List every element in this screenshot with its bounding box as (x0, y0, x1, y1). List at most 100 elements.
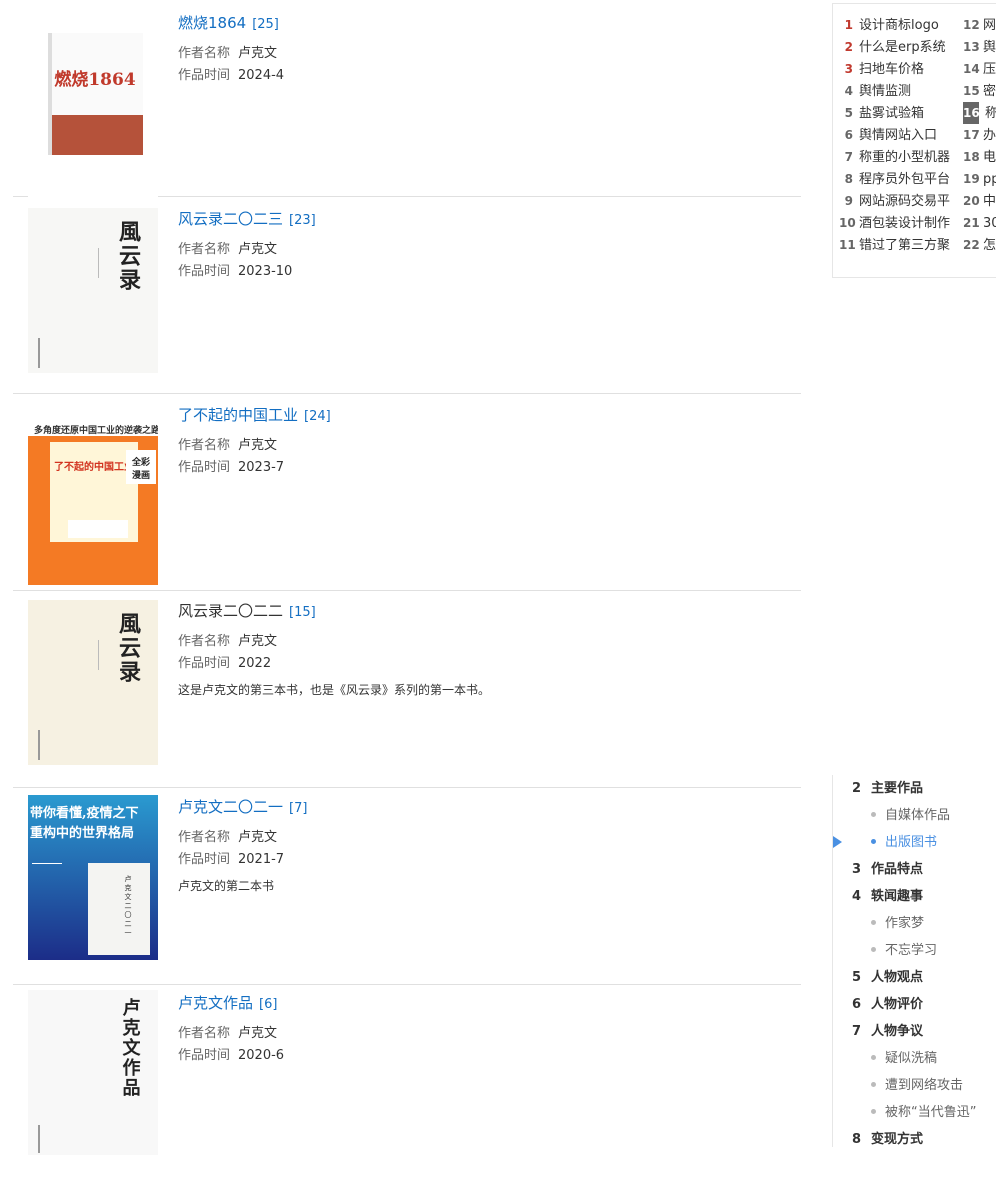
book-cover[interactable]: 卢克文作品 (28, 990, 158, 1155)
book-citation-count[interactable]: [15] (289, 605, 316, 620)
hot-search-item[interactable]: 10 酒包装设计制作 (839, 212, 950, 234)
book-title-link[interactable]: 燃烧1864 (178, 14, 246, 32)
catalog-item[interactable]: 4 轶闻趣事 (847, 883, 923, 910)
catalog-label[interactable]: 变现方式 (871, 1132, 923, 1147)
catalog-label[interactable]: 遭到网络攻击 (885, 1078, 963, 1093)
hot-keyword[interactable]: 错过了第三方聚 (859, 238, 950, 253)
catalog-label[interactable]: 人物争议 (871, 1024, 923, 1039)
catalog-subitem[interactable]: 自媒体作品 (833, 802, 950, 829)
hot-search-item[interactable]: 15 密 (963, 80, 996, 102)
catalog-label[interactable]: 被称“当代鲁迅” (885, 1105, 976, 1120)
hot-keyword[interactable]: 称 (985, 106, 996, 121)
book-citation-count[interactable]: [23] (289, 213, 316, 228)
hot-search-item[interactable]: 7 称重的小型机器 (839, 146, 950, 168)
book-cover[interactable]: 燃烧1864 (28, 33, 158, 198)
catalog-subitem[interactable]: 出版图书 (833, 829, 937, 856)
catalog-subitem[interactable]: 作家梦 (833, 910, 924, 937)
hot-keyword[interactable]: 网 (983, 18, 996, 33)
catalog-item[interactable]: 6 人物评价 (847, 991, 923, 1018)
book-citation-count[interactable]: [6] (259, 997, 277, 1012)
book-cover[interactable]: 带你看懂,疫情之下 重构中的世界格局 卢克文二〇二一 (28, 795, 158, 960)
hot-keyword[interactable]: 舆 (983, 40, 996, 55)
catalog-label[interactable]: 主要作品 (871, 781, 923, 796)
hot-keyword[interactable]: 盐雾试验箱 (859, 106, 924, 121)
catalog-item[interactable]: 7 人物争议 (847, 1018, 923, 1045)
catalog-label[interactable]: 作品特点 (871, 862, 923, 877)
hot-keyword[interactable]: 电 (983, 150, 996, 165)
catalog-item[interactable]: 8 变现方式 (847, 1126, 923, 1153)
hot-search-item[interactable]: 17 办 (963, 124, 996, 146)
catalog-label[interactable]: 作家梦 (885, 916, 924, 931)
hot-search-item[interactable]: 18 电 (963, 146, 996, 168)
hot-search-item[interactable]: 3 扫地车价格 (839, 58, 924, 80)
hot-keyword[interactable]: 中 (983, 194, 996, 209)
catalog-label[interactable]: 自媒体作品 (885, 808, 950, 823)
catalog-label[interactable]: 人物观点 (871, 970, 923, 985)
hot-search-item[interactable]: 20 中 (963, 190, 996, 212)
catalog-item[interactable]: 2 主要作品 (847, 775, 923, 802)
hot-keyword[interactable]: 办 (983, 128, 996, 143)
book-cover[interactable]: 風云录 (28, 600, 158, 765)
hot-rank-number: 14 (963, 62, 980, 76)
book-cover[interactable]: 風云录 (28, 208, 158, 373)
book-time-row: 作品时间 2021-7 (178, 849, 307, 871)
hot-keyword[interactable]: 舆情网站入口 (859, 128, 937, 143)
book-title-link[interactable]: 卢克文作品 (178, 994, 253, 1012)
catalog-subitem[interactable]: 被称“当代鲁迅” (833, 1099, 976, 1126)
bullet-dot-icon (871, 1109, 876, 1114)
hot-search-item[interactable]: 1 设计商标logo (839, 14, 939, 36)
book-title-link[interactable]: 风云录二〇二二 (178, 602, 283, 620)
hot-rank-number: 18 (963, 150, 980, 164)
hot-search-item[interactable]: 11 错过了第三方聚 (839, 234, 950, 256)
catalog-label[interactable]: 疑似洗稿 (885, 1051, 937, 1066)
hot-search-item[interactable]: 14 压 (963, 58, 996, 80)
hot-keyword[interactable]: 扫地车价格 (859, 62, 924, 77)
hot-keyword[interactable]: 舆情监测 (859, 84, 911, 99)
catalog-item[interactable]: 3 作品特点 (847, 856, 923, 883)
hot-keyword[interactable]: 网站源码交易平 (859, 194, 950, 209)
hot-keyword[interactable]: 压 (983, 62, 996, 77)
hot-keyword[interactable]: 称重的小型机器 (859, 150, 950, 165)
book-cover[interactable]: 多角度还原中国工业的逆袭之路 了不起的中国工业 全彩 漫画 (28, 420, 158, 585)
book-citation-count[interactable]: [25] (252, 17, 279, 32)
hot-search-item[interactable]: 22 怎 (963, 234, 996, 256)
hot-keyword[interactable]: 30 (983, 216, 996, 231)
book-title-link[interactable]: 了不起的中国工业 (178, 406, 298, 424)
hot-search-item[interactable]: 6 舆情网站入口 (839, 124, 937, 146)
catalog-label[interactable]: 出版图书 (885, 835, 937, 850)
hot-search-item[interactable]: 9 网站源码交易平 (839, 190, 950, 212)
catalog-number: 3 (851, 862, 861, 877)
catalog-subitem[interactable]: 遭到网络攻击 (833, 1072, 963, 1099)
hot-search-item[interactable]: 5 盐雾试验箱 (839, 102, 924, 124)
hot-keyword[interactable]: 酒包装设计制作 (859, 216, 950, 231)
catalog-label[interactable]: 不忘学习 (885, 943, 937, 958)
hot-search-item[interactable]: 19 pp (963, 168, 996, 190)
hot-keyword[interactable]: 怎 (983, 238, 996, 253)
hot-keyword[interactable]: pp (983, 172, 996, 187)
hot-keyword[interactable]: 程序员外包平台 (859, 172, 950, 187)
hot-search-item[interactable]: 16 称 (963, 102, 996, 124)
book-title-link[interactable]: 卢克文二〇二一 (178, 798, 283, 816)
catalog-subitem[interactable]: 疑似洗稿 (833, 1045, 937, 1072)
catalog-label[interactable]: 人物评价 (871, 997, 923, 1012)
book-citation-count[interactable]: [24] (304, 409, 331, 424)
author-value: 卢克文 (238, 46, 278, 61)
hot-search-item[interactable]: 12 网 (963, 14, 996, 36)
svg-text:風云录: 風云录 (115, 220, 141, 292)
hot-keyword[interactable]: 设计商标logo (859, 18, 939, 33)
hot-search-item[interactable]: 13 舆 (963, 36, 996, 58)
book-title-link[interactable]: 风云录二〇二三 (178, 210, 283, 228)
catalog-label[interactable]: 轶闻趣事 (871, 889, 923, 904)
svg-text:了不起的中国工业: 了不起的中国工业 (54, 460, 134, 473)
book-citation-count[interactable]: [7] (289, 801, 307, 816)
catalog-outline: 2 主要作品自媒体作品出版图书 3 作品特点 4 轶闻趣事作家梦不忘学习 5 人物观点 6 人物评… (832, 775, 996, 1147)
hot-keyword[interactable]: 什么是erp系统 (859, 40, 946, 55)
catalog-item[interactable]: 5 人物观点 (847, 964, 923, 991)
hot-search-item[interactable]: 4 舆情监测 (839, 80, 911, 102)
hot-keyword[interactable]: 密 (983, 84, 996, 99)
hot-search-item[interactable]: 2 什么是erp系统 (839, 36, 946, 58)
catalog-subitem[interactable]: 不忘学习 (833, 937, 937, 964)
bullet-dot-icon (871, 947, 876, 952)
hot-search-item[interactable]: 8 程序员外包平台 (839, 168, 950, 190)
hot-search-item[interactable]: 21 30 (963, 212, 996, 234)
